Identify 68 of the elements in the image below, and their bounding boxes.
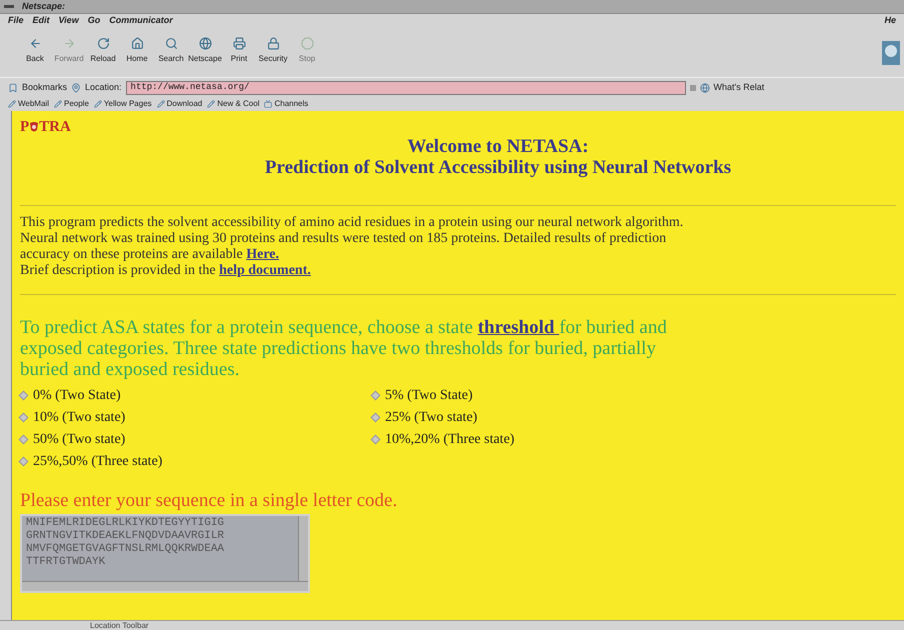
intro-text: accuracy on these proteins are available Here. [20,247,280,263]
menu-item[interactable]: View [58,14,79,28]
page-heading: Welcome to NETASA: [407,136,589,157]
toolbar-button[interactable]: Security [258,37,288,65]
text-link[interactable]: threshold [478,317,560,338]
menu-item[interactable]: File [8,14,24,28]
threshold-radio[interactable]: 50% (Two state) [20,428,126,450]
forward-icon [62,37,76,50]
logo-text: TRA [39,118,71,137]
sequence-prompt: Please enter your sequence in a single letter code. [20,490,398,512]
location-label: Location: [85,80,122,94]
horizontal-scrollbar[interactable] [22,581,308,591]
vertical-scrollbar[interactable] [298,516,308,581]
status-text: Location Toolbar [90,622,149,630]
intro-text: This program predicts the solvent accessibility of amino acid residues in a protein using our neural network algorithm. [20,215,684,231]
location-field[interactable]: http://www.netasa.org/ [126,80,686,94]
home-icon [130,37,144,50]
toolbar-button[interactable]: Print [224,37,254,65]
threshold-radio[interactable]: 5% (Two State) [372,384,473,406]
toolbar-button[interactable]: Back [20,37,50,65]
toolbar-button[interactable]: Search [156,37,186,65]
pencil-icon [207,100,216,108]
personal-link[interactable]: Yellow Pages [94,98,152,110]
bookmarks-button[interactable]: Bookmarks [22,80,68,94]
menu-item[interactable]: Go [88,14,100,28]
location-icon [71,82,82,92]
menu-item[interactable]: Edit [32,14,50,28]
threshold-radio[interactable]: 10%,20% (Three state) [372,428,514,450]
stop-icon [300,37,314,50]
related-button[interactable]: What's Relat [714,80,764,94]
window-menu-icon[interactable] [4,5,14,8]
toolbar-button[interactable]: Reload [88,37,118,65]
intro-text: Brief description is provided in the help document. [20,263,312,279]
menu-item[interactable]: Communicator [109,14,173,28]
search-icon [164,37,178,50]
personal-link[interactable]: New & Cool [207,98,260,110]
menu-item[interactable]: He [884,14,896,28]
text-link[interactable]: Here. [246,247,279,262]
threshold-radio[interactable]: 0% (Two State) [20,384,121,406]
tv-icon [264,100,272,108]
back-icon [28,37,42,50]
threshold-radio[interactable]: 25% (Two state) [372,406,478,428]
intro-text: Neural network was trained using 30 proteins and results were tested on 185 proteins. Detailed results of prediction [20,231,668,247]
personal-link[interactable]: Channels [264,98,308,110]
globe-icon [198,37,212,50]
pencil-icon [94,100,102,108]
logo-icon [880,39,902,67]
threshold-radio[interactable]: 25%,50% (Three state) [20,450,162,472]
lock-icon [266,37,280,50]
instructions-text: To predict ASA states for a protein sequence, choose a state threshold for buried and exposed categories. Three state predictions have two thresholds for buried, partially buried and exposed residues. [20,317,668,380]
text-link[interactable]: help document. [219,263,311,278]
bookmark-icon [8,82,18,92]
pencil-icon [54,100,62,108]
personal-link[interactable]: People [54,98,89,110]
toolbar-button[interactable]: Home [122,37,152,65]
window-title: Netscape: [22,0,66,13]
printer-icon [232,37,246,50]
reload-icon [96,37,110,50]
personal-link[interactable]: WebMail [8,98,49,110]
logo-text: P [20,118,30,137]
personal-link[interactable]: Download [156,98,202,110]
emblem-icon [29,121,40,133]
threshold-radio[interactable]: 10% (Two state) [20,406,126,428]
pencil-icon [8,100,16,108]
page-heading: Prediction of Solvent Accessibility using Neural Networks [264,157,732,178]
pencil-icon [156,100,165,108]
toolbar-button[interactable]: Netscape [190,37,220,65]
globe-icon [700,82,710,92]
